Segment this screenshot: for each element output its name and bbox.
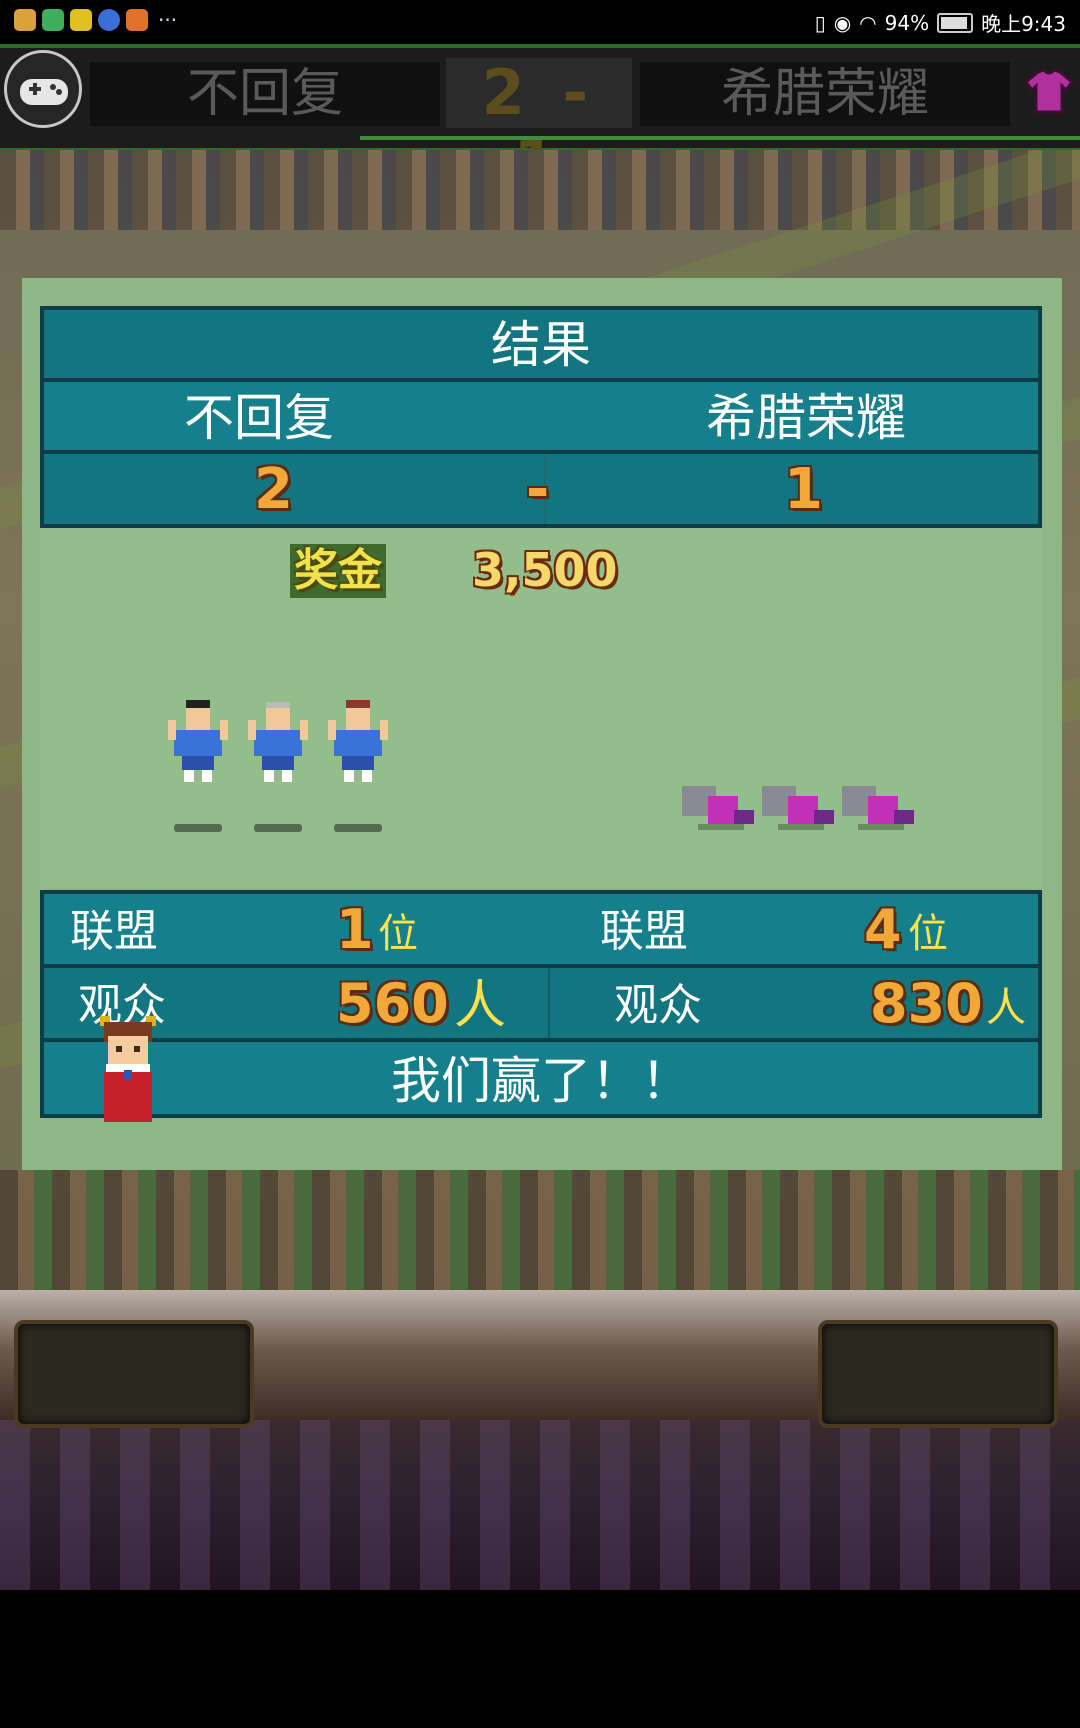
- home-rank-unit: 位: [378, 911, 418, 957]
- gamepad-button[interactable]: [4, 50, 82, 128]
- clock: 晚上9:43: [981, 12, 1066, 36]
- result-panel: 结果 不回复 希腊荣耀 2 - 1 奖金 3,500 联盟 1 位 联盟 4 位…: [22, 278, 1062, 1170]
- league-rank-row: 联盟 1 位 联盟 4 位: [40, 890, 1042, 968]
- bottom-pattern: [0, 1420, 1080, 1590]
- cheerleader-sprite: [100, 1016, 156, 1122]
- celebration-area: 奖金 3,500: [40, 528, 1042, 888]
- match-scoreboard: 不回复 2 - 1 希腊荣耀: [0, 44, 1080, 198]
- away-score: 1: [784, 457, 823, 522]
- live-score: 2 - 1: [446, 58, 632, 198]
- shirt-icon[interactable]: [1024, 66, 1074, 116]
- owl-app-icon: [70, 9, 92, 31]
- crowd-stand-bottom: [0, 1170, 1080, 1290]
- system-indicators: ▯ ◉ ◠ 94% 晚上9:43: [815, 8, 1066, 37]
- result-away-team: 希腊荣耀: [706, 389, 906, 447]
- home-crowd-value: 560: [336, 972, 449, 1035]
- right-action-button[interactable]: [818, 1320, 1058, 1428]
- gamepad-icon: [20, 79, 68, 105]
- game-app-icon: [126, 9, 148, 31]
- cheering-player: [248, 702, 308, 782]
- away-league-rank: 4: [864, 898, 902, 961]
- away-crowd-label: 观众: [614, 980, 702, 1031]
- bottom-control-area: [0, 1290, 1080, 1590]
- vibrate-icon: ▯: [814, 10, 826, 35]
- wifi-icon: ◠: [859, 10, 877, 35]
- home-league-rank: 1: [336, 898, 374, 961]
- away-rank-unit: 位: [908, 911, 948, 957]
- play-store-icon: [42, 9, 64, 31]
- status-bar: ··· ▯ ◉ ◠ 94% 晚上9:43: [0, 0, 1080, 44]
- result-title: 结果: [40, 306, 1042, 382]
- match-progress-bar: [360, 136, 1080, 140]
- cheering-player: [328, 700, 388, 782]
- player-shadow: [174, 824, 222, 832]
- attendance-row: 观众 560 人 观众 830 人: [40, 964, 1042, 1042]
- result-message: 我们赢了！！: [40, 1038, 1042, 1118]
- defeated-player: [842, 786, 914, 830]
- player-shadow: [334, 824, 382, 832]
- prize-value: 3,500: [472, 543, 618, 597]
- away-league-label: 联盟: [600, 906, 688, 957]
- defeated-player: [762, 786, 834, 830]
- prize-label: 奖金: [290, 544, 386, 598]
- home-score: 2: [254, 457, 293, 522]
- teams-row: 不回复 希腊荣耀: [40, 378, 1042, 454]
- notification-app-icon: [14, 9, 36, 31]
- battery-percent: 94%: [884, 10, 930, 35]
- away-team-name: 希腊荣耀: [640, 62, 1010, 126]
- eye-comfort-icon: ◉: [833, 10, 852, 35]
- home-team-name: 不回复: [90, 62, 440, 126]
- away-crowd-value: 830: [870, 972, 983, 1035]
- away-crowd-unit: 人: [986, 985, 1026, 1031]
- cheering-player: [168, 700, 228, 782]
- attendance-divider: [548, 968, 550, 1040]
- more-notifications-icon: ···: [158, 8, 178, 32]
- left-action-button[interactable]: [14, 1320, 254, 1428]
- player-shadow: [254, 824, 302, 832]
- score-separator: -: [526, 457, 550, 522]
- final-score-row: 2 - 1: [40, 450, 1042, 528]
- home-league-label: 联盟: [70, 906, 158, 957]
- battery-icon: [937, 12, 974, 33]
- browser-icon: [98, 9, 120, 31]
- defeated-player: [682, 786, 754, 830]
- home-crowd-unit: 人: [454, 976, 507, 1036]
- notification-icons: ···: [14, 8, 177, 32]
- result-home-team: 不回复: [184, 389, 334, 447]
